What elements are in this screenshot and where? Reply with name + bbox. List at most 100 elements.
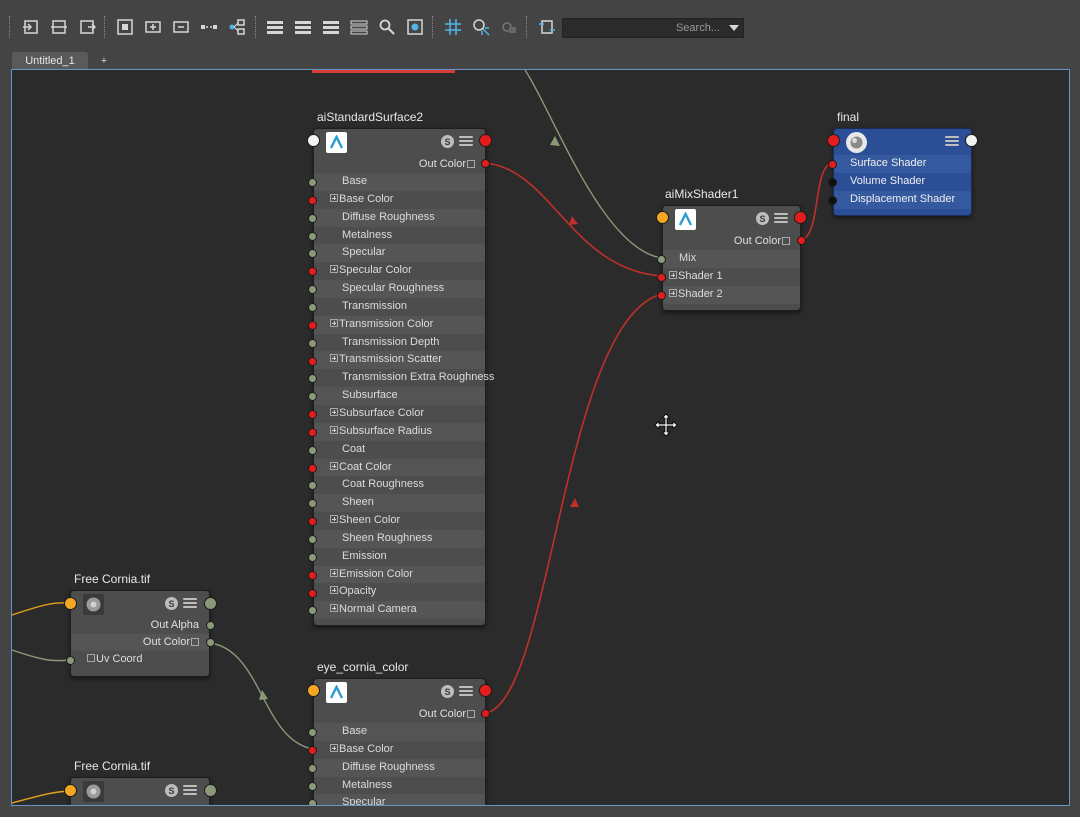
out-color-port[interactable] [481,709,490,718]
expand-icon[interactable] [330,354,338,363]
expand-icon[interactable] [330,586,338,595]
expand-icon[interactable] [330,193,338,202]
swatch-toggle-button[interactable]: S [441,135,454,148]
chevron-down-icon[interactable] [729,25,739,31]
add-graph-icon[interactable] [142,16,164,38]
input-port[interactable] [307,684,320,697]
input-port[interactable] [307,134,320,147]
frame-all-icon[interactable] [114,16,136,38]
expand-icon[interactable] [330,425,338,434]
attr-input-port[interactable] [308,302,317,312]
expand-icon[interactable] [669,288,677,297]
attr-input-port[interactable] [308,552,317,562]
node-final-shading-group[interactable]: Surface Shader Volume Shader Displacement … [833,128,972,216]
attr-input-port[interactable] [308,445,317,455]
add-tab-button[interactable]: + [92,52,116,70]
swatch-toggle-button[interactable]: S [165,597,178,610]
expand-icon[interactable] [669,270,677,279]
refresh-icon[interactable] [536,16,558,38]
attr-input-port[interactable] [308,338,317,348]
attr-input-port[interactable] [308,463,317,473]
expand-icon[interactable] [782,237,790,245]
input-port[interactable] [64,784,77,797]
attr-input-port[interactable] [308,799,317,805]
attr-input-port[interactable] [308,588,317,598]
expand-icon[interactable] [330,318,338,327]
uv-coord-port[interactable] [66,656,75,665]
list-view-icon[interactable] [459,684,473,698]
attr-input-port[interactable] [308,763,317,773]
attr-input-port[interactable] [308,178,317,187]
out-alpha-port[interactable] [206,621,215,630]
attr-input-port[interactable] [308,728,317,737]
attr-input-port[interactable] [657,255,666,264]
attr-input-port[interactable] [308,781,317,791]
swatch-toggle-button[interactable]: S [441,685,454,698]
layout-icon[interactable] [198,16,220,38]
expand-icon[interactable] [330,743,338,752]
node-free-cornia-2[interactable]: S [70,777,210,805]
swatch-toggle-button[interactable]: S [165,784,178,797]
output-port[interactable] [204,784,217,797]
input-port[interactable] [827,134,840,147]
output-port[interactable] [479,134,492,147]
expand-icon[interactable] [87,654,95,662]
expand-icon[interactable] [330,461,338,470]
attr-input-port[interactable] [828,177,837,187]
connected-view-icon[interactable] [292,16,314,38]
attr-input-port[interactable] [308,213,317,223]
node-eye-cornia-color[interactable]: S Out Color Base Base Color Diffuse Roughn… [313,678,486,805]
expand-icon[interactable] [467,710,475,718]
input-output-connections-icon[interactable] [48,16,70,38]
list-view-icon[interactable] [945,134,959,148]
output-port[interactable] [794,211,807,224]
attr-input-port[interactable] [308,231,317,241]
list-view-icon[interactable] [774,211,788,225]
node-ai-standard-surface2[interactable]: S Out Color Base Base Color Diffuse Roughn… [313,128,494,626]
expand-icon[interactable] [330,515,338,524]
attr-input-port[interactable] [308,427,317,437]
list-view-icon[interactable] [183,596,197,610]
expand-icon[interactable] [330,407,338,416]
attr-input-port[interactable] [657,272,666,282]
search-input[interactable] [563,19,728,37]
attr-input-port[interactable] [308,320,317,330]
swatch-icon[interactable] [404,16,426,38]
output-port[interactable] [479,684,492,697]
simple-view-icon[interactable] [264,16,286,38]
input-port[interactable] [656,211,669,224]
expand-icon[interactable] [330,265,338,274]
tab-untitled[interactable]: Untitled_1 [12,52,88,70]
output-port[interactable] [965,134,978,147]
disabled-tool-icon[interactable] [498,16,520,38]
attr-input-port[interactable] [657,290,666,300]
search-icon[interactable] [376,16,398,38]
swatch-toggle-button[interactable]: S [756,212,769,225]
full-view-icon[interactable] [320,16,342,38]
input-connections-icon[interactable] [20,16,42,38]
input-port[interactable] [64,597,77,610]
attr-input-port[interactable] [308,570,317,580]
node-ai-mix-shader1[interactable]: S Out Color Mix Shader 1 Shader 2 [662,205,801,311]
output-connections-icon[interactable] [76,16,98,38]
graph-network-icon[interactable] [226,16,248,38]
attr-input-port[interactable] [828,160,837,169]
expand-icon[interactable] [467,160,475,168]
custom-view-icon[interactable] [348,16,370,38]
attr-input-port[interactable] [308,745,317,755]
expand-icon[interactable] [330,568,338,577]
attr-input-port[interactable] [308,195,317,205]
grid-icon[interactable] [442,16,464,38]
output-port[interactable] [204,597,217,610]
search-field[interactable] [562,18,744,38]
attr-input-port[interactable] [308,535,317,544]
attr-input-port[interactable] [308,356,317,366]
attr-input-port[interactable] [828,195,837,205]
snap-grid-icon[interactable] [470,16,492,38]
out-color-port[interactable] [206,638,215,647]
attr-input-port[interactable] [308,410,317,420]
expand-icon[interactable] [330,604,338,613]
out-color-port[interactable] [481,159,490,168]
expand-icon[interactable] [191,638,199,646]
node-free-cornia-1[interactable]: S Out Alpha Out Color Uv Coord [70,590,210,677]
